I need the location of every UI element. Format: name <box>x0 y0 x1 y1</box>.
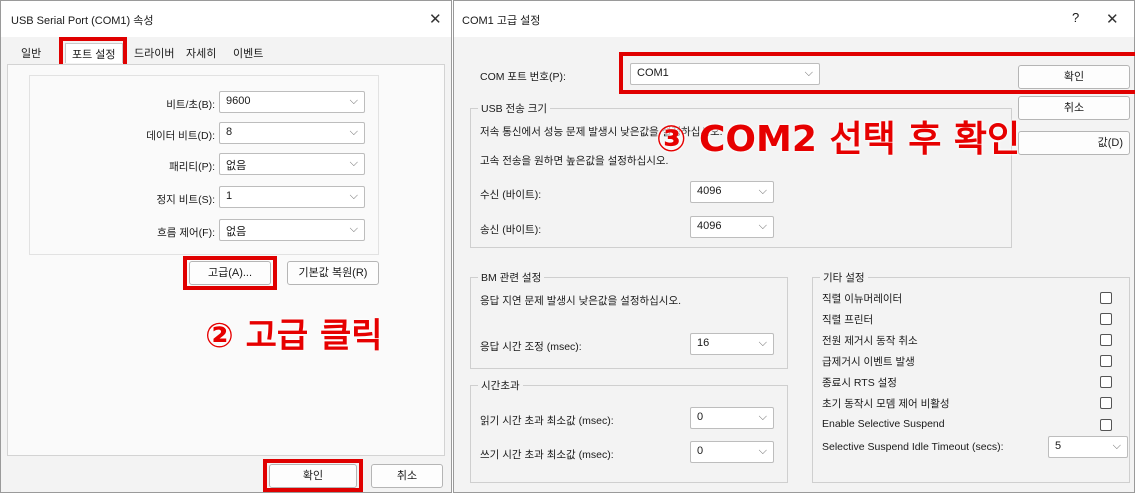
write-timeout-label: 쓰기 시간 초과 최소값 (msec): <box>480 449 614 461</box>
receive-bytes-value: 4096 <box>697 185 722 197</box>
restore-defaults-button-right[interactable]: 값(D) <box>1018 131 1130 155</box>
read-timeout-label: 읽기 시간 초과 최소값 (msec): <box>480 415 614 427</box>
latency-label: 응답 시간 조정 (msec): <box>480 341 582 353</box>
help-icon[interactable]: ? <box>1072 10 1079 25</box>
set-rts-on-close-label: 종료시 RTS 설정 <box>822 377 897 389</box>
read-timeout-value: 0 <box>697 411 704 423</box>
tab-events[interactable]: 이벤트 <box>227 43 269 63</box>
right-dialog-title: COM1 고급 설정 <box>462 15 541 27</box>
timeout-group <box>470 385 788 483</box>
chevron-down-icon: ⌵ <box>349 95 358 107</box>
right-ok-button[interactable]: 확인 <box>1018 65 1130 89</box>
transmit-bytes-label: 송신 (바이트): <box>480 224 542 236</box>
left-cancel-button[interactable]: 취소 <box>371 464 443 488</box>
flow-control-value: 없음 <box>226 226 247 238</box>
chevron-down-icon: ⌵ <box>758 220 767 232</box>
suspend-timeout-label: Selective Suspend Idle Timeout (secs): <box>822 441 1004 453</box>
disable-modem-ctrl-label: 초기 동작시 모뎀 제어 비활성 <box>822 398 950 410</box>
latency-select[interactable]: 16 ⌵ <box>690 333 774 355</box>
bm-desc: 응답 지연 문제 발생시 낮은값을 설정하십시오. <box>480 295 682 307</box>
selective-suspend-label: Enable Selective Suspend <box>822 418 945 430</box>
write-timeout-value: 0 <box>697 445 704 457</box>
read-timeout-select[interactable]: 0 ⌵ <box>690 407 774 429</box>
left-dialog-title: USB Serial Port (COM1) 속성 <box>11 15 154 27</box>
disable-modem-ctrl-checkbox[interactable] <box>1100 397 1112 409</box>
port-properties-dialog: USB Serial Port (COM1) 속성 ✕ 일반 포트 설정 드라이… <box>0 0 452 493</box>
transmit-bytes-value: 4096 <box>697 220 722 232</box>
parity-label: 패리티(P): <box>169 161 215 173</box>
cancel-on-power-off-checkbox[interactable] <box>1100 334 1112 346</box>
advanced-button-highlight <box>183 256 277 290</box>
event-on-surprise-removal-label: 급제거시 이벤트 발생 <box>822 356 915 368</box>
data-bits-select[interactable]: 8 ⌵ <box>219 122 365 144</box>
chevron-down-icon: ⌵ <box>349 223 358 235</box>
right-close-icon[interactable]: ✕ <box>1106 10 1119 28</box>
latency-value: 16 <box>697 337 710 349</box>
suspend-timeout-select[interactable]: 5 ⌵ <box>1048 436 1128 458</box>
step3-annotation: ③ COM2 선택 후 확인 <box>656 119 1021 160</box>
timeout-legend: 시간초과 <box>478 378 523 393</box>
flow-control-select[interactable]: 없음 ⌵ <box>219 219 365 241</box>
serial-enumerator-label: 직렬 이뉴머레이터 <box>822 293 903 305</box>
right-title-bar <box>454 1 1134 37</box>
serial-enumerator-checkbox[interactable] <box>1100 292 1112 304</box>
usb-desc-high: 고속 전송을 원하면 높은값을 설정하십시오. <box>480 155 669 167</box>
write-timeout-select[interactable]: 0 ⌵ <box>690 441 774 463</box>
right-cancel-button[interactable]: 취소 <box>1018 96 1130 120</box>
ok-button-highlight <box>263 459 363 492</box>
misc-settings-legend: 기타 설정 <box>820 270 868 285</box>
parity-select[interactable]: 없음 ⌵ <box>219 153 365 175</box>
data-bits-value: 8 <box>226 126 233 138</box>
advanced-settings-dialog: COM1 고급 설정 ? ✕ COM 포트 번호(P): COM1 ⌵ 확인 취… <box>453 0 1135 493</box>
flow-control-label: 흐름 제어(F): <box>157 227 215 239</box>
baud-rate-select[interactable]: 9600 ⌵ <box>219 91 365 113</box>
chevron-down-icon: ⌵ <box>349 126 358 138</box>
tab-general[interactable]: 일반 <box>15 43 47 63</box>
stop-bits-value: 1 <box>226 190 233 202</box>
usb-transfer-legend: USB 전송 크기 <box>478 101 551 116</box>
selective-suspend-checkbox[interactable] <box>1100 419 1112 431</box>
step2-annotation: ② 고급 클릭 <box>205 316 383 356</box>
chevron-down-icon: ⌵ <box>758 337 767 349</box>
bm-settings-group <box>470 277 788 369</box>
left-close-icon[interactable]: ✕ <box>429 10 442 28</box>
chevron-down-icon: ⌵ <box>758 185 767 197</box>
receive-bytes-select[interactable]: 4096 ⌵ <box>690 181 774 203</box>
baud-rate-label: 비트/초(B): <box>166 99 215 111</box>
tab-details[interactable]: 자세히 <box>180 43 222 63</box>
serial-printer-label: 직렬 프린터 <box>822 314 874 326</box>
receive-bytes-label: 수신 (바이트): <box>480 189 542 201</box>
chevron-down-icon: ⌵ <box>758 445 767 457</box>
set-rts-on-close-checkbox[interactable] <box>1100 376 1112 388</box>
suspend-timeout-value: 5 <box>1055 440 1062 452</box>
restore-defaults-button[interactable]: 기본값 복원(R) <box>287 261 379 285</box>
parity-value: 없음 <box>226 160 247 172</box>
chevron-down-icon: ⌵ <box>349 157 358 169</box>
data-bits-label: 데이터 비트(D): <box>146 130 215 142</box>
chevron-down-icon: ⌵ <box>1112 440 1121 452</box>
transmit-bytes-select[interactable]: 4096 ⌵ <box>690 216 774 238</box>
event-on-surprise-removal-checkbox[interactable] <box>1100 355 1112 367</box>
com-port-label: COM 포트 번호(P): <box>480 71 566 83</box>
tab-driver[interactable]: 드라이버 <box>128 43 180 63</box>
stop-bits-label: 정지 비트(S): <box>156 194 215 206</box>
cancel-on-power-off-label: 전원 제거시 동작 취소 <box>822 335 918 347</box>
bm-settings-legend: BM 관련 설정 <box>478 270 545 285</box>
baud-rate-value: 9600 <box>226 95 251 107</box>
stop-bits-select[interactable]: 1 ⌵ <box>219 186 365 208</box>
chevron-down-icon: ⌵ <box>758 411 767 423</box>
serial-printer-checkbox[interactable] <box>1100 313 1112 325</box>
chevron-down-icon: ⌵ <box>349 190 358 202</box>
